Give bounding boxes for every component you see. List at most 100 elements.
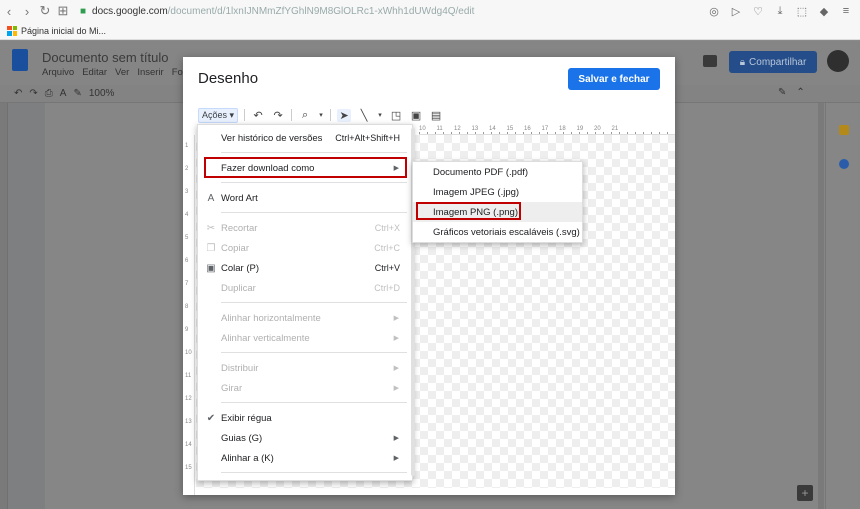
undo-icon[interactable]: ↶ <box>14 88 22 99</box>
menu-item-cut[interactable]: ✂ Recortar Ctrl+X <box>198 218 412 238</box>
ruler-v-label: 3 <box>185 189 189 195</box>
menu-divider <box>221 472 407 473</box>
menu-item-paste[interactable]: ▣ Colar (P) Ctrl+V <box>198 258 412 278</box>
submenu-item-pdf[interactable]: Documento PDF (.pdf) <box>413 162 582 182</box>
lock-small-icon: 🔒︎ <box>739 56 746 68</box>
menu-item-download-as[interactable]: Fazer download como ▶ <box>198 158 412 178</box>
heart-icon[interactable]: ♡ <box>750 3 766 19</box>
menu-item-label: Recortar <box>221 222 258 234</box>
menu-item-shortcut: Ctrl+X <box>374 223 400 233</box>
tasks-icon[interactable] <box>839 159 849 169</box>
back-icon[interactable]: ‹ <box>0 2 18 20</box>
vertical-ruler: 1 2 3 4 5 6 7 8 9 10 11 12 13 14 15 <box>183 135 195 495</box>
menu-item-word-art[interactable]: A Word Art <box>198 188 412 208</box>
ruler-v-label: 15 <box>185 465 192 471</box>
menu-item-guides[interactable]: Guias (G) ▶ <box>198 428 412 448</box>
browser-toolbar: ‹ › ↻ ⊞ ■ docs.google.com/document/d/1lx… <box>0 0 860 22</box>
docs-scrollbar[interactable] <box>818 103 824 509</box>
menu-item-version-history[interactable]: Ver histórico de versões Ctrl+Alt+Shift+… <box>198 128 412 148</box>
image-icon[interactable]: ▤ <box>429 109 443 122</box>
submenu-arrow-icon: ▶ <box>393 165 399 172</box>
menu-item-distribute[interactable]: Distribuir ▶ <box>198 358 412 378</box>
menu-divider <box>221 352 407 353</box>
horizontal-ruler-labels: 10 11 12 13 14 15 16 17 18 19 20 21 <box>419 126 675 135</box>
dialog-title: Desenho <box>198 70 259 87</box>
shape-icon[interactable]: ◳ <box>389 109 403 122</box>
menu-item-align-to[interactable]: Alinhar a (K) ▶ <box>198 448 412 468</box>
edit-mode-icon[interactable]: ✎ <box>778 87 786 98</box>
send-icon[interactable]: ▷ <box>728 3 744 19</box>
address-bar[interactable]: docs.google.com/document/d/1lxnIJNMmZfYG… <box>92 6 474 17</box>
menu-ver[interactable]: Ver <box>115 67 129 78</box>
extension-icon-2[interactable]: ◆ <box>816 3 832 19</box>
menu-divider <box>221 402 407 403</box>
select-cursor-icon[interactable]: ➤ <box>337 108 352 122</box>
zoom-icon[interactable]: ⌕ <box>298 109 312 122</box>
menu-item-shortcut: Ctrl+C <box>374 243 400 253</box>
word-art-icon: A <box>207 192 215 204</box>
actions-menu: Ver histórico de versões Ctrl+Alt+Shift+… <box>197 124 413 481</box>
apps-grid-icon[interactable]: ⊞ <box>54 2 72 20</box>
submenu-item-svg[interactable]: Gráficos vetoriais escaláveis (.svg) <box>413 222 582 242</box>
ruler-v-label: 8 <box>185 304 189 310</box>
ruler-v-label: 1 <box>185 143 189 149</box>
forward-icon[interactable]: › <box>18 2 36 20</box>
menu-item-label: Alinhar a (K) <box>221 452 274 464</box>
explore-icon[interactable]: + <box>797 485 813 501</box>
undo-icon[interactable]: ↶ <box>251 109 265 122</box>
share-button[interactable]: 🔒︎ Compartilhar <box>729 51 817 73</box>
menu-item-duplicate[interactable]: Duplicar Ctrl+D <box>198 278 412 298</box>
lock-icon: ■ <box>80 5 87 17</box>
ruler-h-label: 21 <box>611 126 619 132</box>
comments-icon[interactable] <box>703 55 717 67</box>
paint-format-icon[interactable]: ✎ <box>73 88 81 99</box>
menu-item-rotate[interactable]: Girar ▶ <box>198 378 412 398</box>
keep-icon[interactable] <box>839 125 849 135</box>
submenu-arrow-icon: ▶ <box>393 385 399 392</box>
download-submenu: Documento PDF (.pdf) Imagem JPEG (.jpg) … <box>412 161 583 243</box>
avatar[interactable] <box>827 50 849 72</box>
document-title[interactable]: Documento sem título <box>42 50 168 65</box>
submenu-item-png[interactable]: Imagem PNG (.png) <box>413 202 582 222</box>
redo-icon[interactable]: ↷ <box>29 88 37 99</box>
text-box-icon[interactable]: ▣ <box>409 109 423 122</box>
menu-arquivo[interactable]: Arquivo <box>42 67 74 78</box>
menu-editar[interactable]: Editar <box>82 67 107 78</box>
menu-item-label: Alinhar horizontalmente <box>221 312 321 324</box>
zoom-select[interactable]: 100% <box>89 88 115 99</box>
ruler-h-label: 20 <box>594 126 601 132</box>
print-icon[interactable]: ⎙ <box>45 88 53 99</box>
menu-item-label: Alinhar verticalmente <box>221 332 310 344</box>
submenu-arrow-icon: ▶ <box>393 455 399 462</box>
collapse-icon[interactable]: ⌃ <box>796 87 804 98</box>
spellcheck-icon[interactable]: A <box>60 88 67 99</box>
ruler-v-label: 11 <box>185 373 192 379</box>
save-and-close-button[interactable]: Salvar e fechar <box>568 68 660 90</box>
line-dropdown-icon[interactable]: ▾ <box>377 111 383 119</box>
menu-item-copy[interactable]: ❐ Copiar Ctrl+C <box>198 238 412 258</box>
menu-item-align-horizontal[interactable]: Alinhar horizontalmente ▶ <box>198 308 412 328</box>
camera-icon[interactable]: ◎ <box>706 3 722 19</box>
menu-item-align-vertical[interactable]: Alinhar verticalmente ▶ <box>198 328 412 348</box>
submenu-item-jpeg[interactable]: Imagem JPEG (.jpg) <box>413 182 582 202</box>
menu-item-label: Distribuir <box>221 362 259 374</box>
reload-icon[interactable]: ↻ <box>36 2 54 20</box>
ruler-v-label: 5 <box>185 235 189 241</box>
menu-item-label: Exibir régua <box>221 412 272 424</box>
ruler-h-label: 18 <box>559 126 566 132</box>
menu-item-label: Fazer download como <box>221 162 315 174</box>
menu-icon[interactable]: ≡ <box>838 3 854 19</box>
bookmark-link[interactable]: Página inicial do Mi... <box>21 26 106 36</box>
zoom-dropdown-icon[interactable]: ▾ <box>318 111 324 119</box>
redo-icon[interactable]: ↷ <box>271 109 285 122</box>
ruler-v-label: 7 <box>185 281 189 287</box>
actions-menu-button[interactable]: Ações ▾ <box>198 107 239 123</box>
line-icon[interactable]: ╲ <box>357 109 371 122</box>
ruler-v-label: 6 <box>185 258 189 264</box>
ruler-h-label: 10 <box>419 126 426 132</box>
docs-menubar: Arquivo Editar Ver Inserir For <box>42 67 186 78</box>
menu-inserir[interactable]: Inserir <box>137 67 163 78</box>
download-icon[interactable]: ⤓ <box>772 3 788 19</box>
menu-item-show-ruler[interactable]: ✔ Exibir régua <box>198 408 412 428</box>
extension-icon[interactable]: ⬚ <box>794 3 810 19</box>
